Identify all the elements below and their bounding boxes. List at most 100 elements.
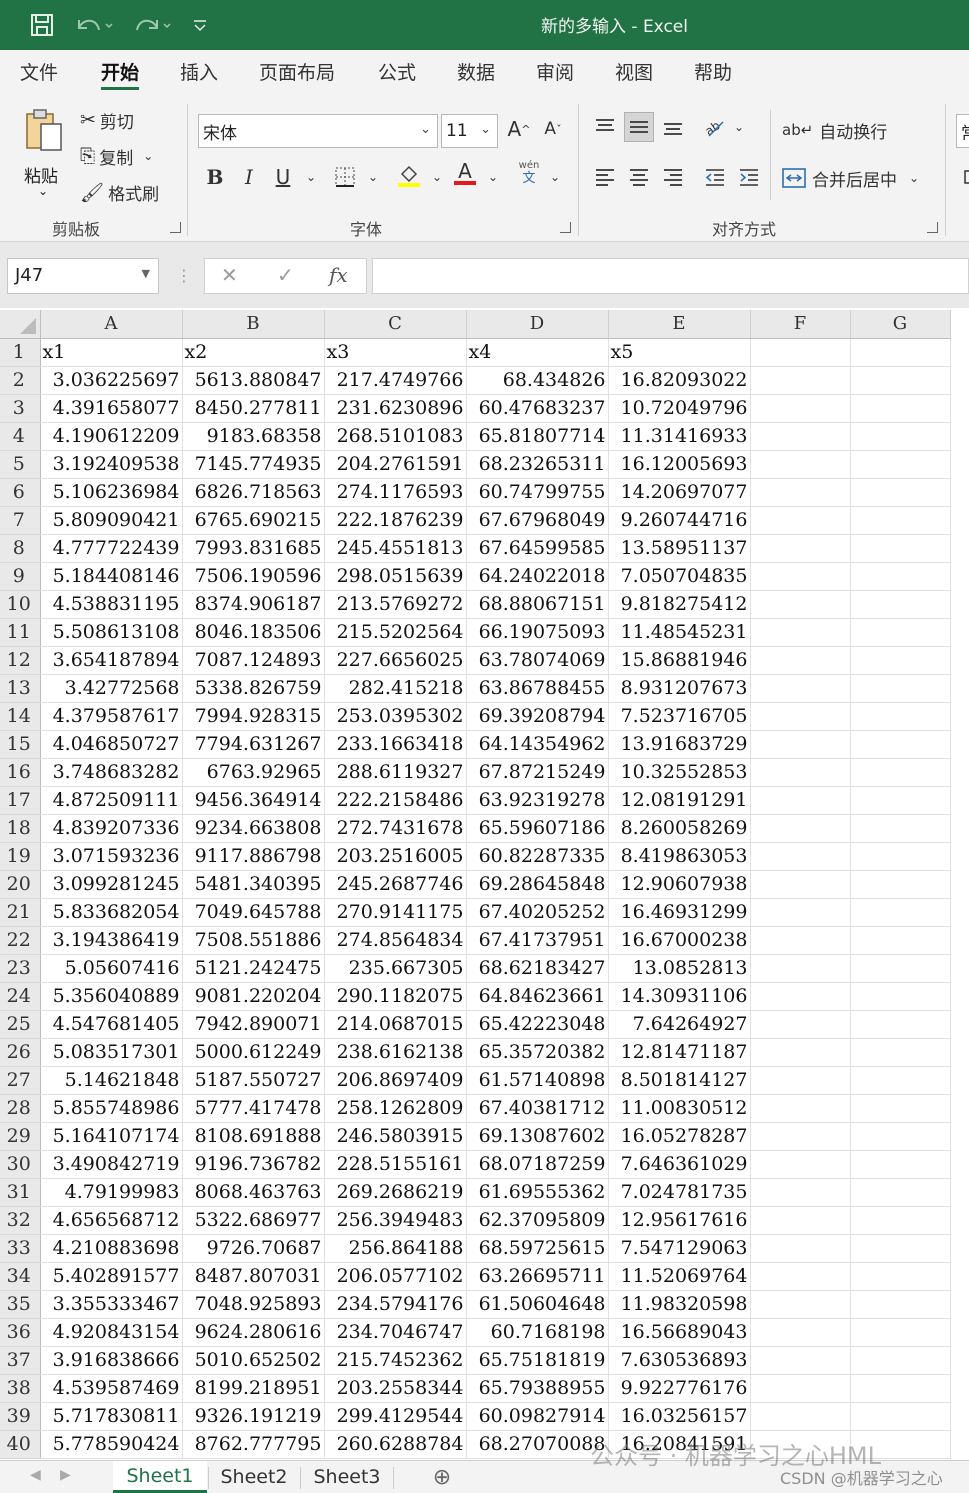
sheet-prev-icon[interactable]: ◀: [30, 1467, 41, 1483]
cell[interactable]: 16.03256157: [608, 1402, 751, 1431]
copy-button[interactable]: ⎘ 复制 ⌄: [80, 142, 153, 170]
cell[interactable]: 15.86881946: [608, 646, 751, 675]
number-format-combo[interactable]: 常: [956, 114, 969, 148]
cell[interactable]: [750, 814, 851, 843]
cell[interactable]: 9624.280616: [182, 1318, 325, 1347]
row-header[interactable]: 23: [0, 954, 41, 983]
cell[interactable]: [750, 898, 851, 927]
cell[interactable]: 3.748683282: [40, 758, 183, 787]
cell[interactable]: 233.1663418: [324, 730, 467, 759]
cell[interactable]: [750, 786, 851, 815]
cell[interactable]: [750, 422, 851, 451]
cell[interactable]: 222.1876239: [324, 506, 467, 535]
cell[interactable]: 3.654187894: [40, 646, 183, 675]
cell[interactable]: 60.09827914: [466, 1402, 609, 1431]
cell[interactable]: 65.42223048: [466, 1010, 609, 1039]
cell[interactable]: 5613.880847: [182, 366, 325, 395]
dialog-launcher-icon[interactable]: [170, 222, 181, 233]
select-all-button[interactable]: [0, 310, 41, 339]
cell[interactable]: 60.74799755: [466, 478, 609, 507]
cell[interactable]: [850, 506, 951, 535]
cell[interactable]: [750, 562, 851, 591]
cell[interactable]: [850, 730, 951, 759]
row-header[interactable]: 35: [0, 1290, 41, 1319]
tab-insert[interactable]: 插入: [180, 60, 218, 90]
cell[interactable]: 67.87215249: [466, 758, 609, 787]
cell[interactable]: [850, 898, 951, 927]
cell[interactable]: 16.82093022: [608, 366, 751, 395]
cell[interactable]: [750, 674, 851, 703]
row-header[interactable]: 38: [0, 1374, 41, 1403]
cell[interactable]: 5121.242475: [182, 954, 325, 983]
cell[interactable]: [750, 366, 851, 395]
row-header[interactable]: 21: [0, 898, 41, 927]
row-header[interactable]: 40: [0, 1430, 41, 1459]
cell[interactable]: 63.86788455: [466, 674, 609, 703]
cell[interactable]: 4.190612209: [40, 422, 183, 451]
cell[interactable]: 13.0852813: [608, 954, 751, 983]
cell[interactable]: 16.56689043: [608, 1318, 751, 1347]
grow-font-button[interactable]: A ^: [504, 114, 534, 144]
cell[interactable]: [850, 1234, 951, 1263]
tab-formulas[interactable]: 公式: [378, 60, 416, 90]
cell[interactable]: 11.52069764: [608, 1262, 751, 1291]
cell[interactable]: 67.41737951: [466, 926, 609, 955]
cell[interactable]: [750, 1010, 851, 1039]
cell[interactable]: 67.40205252: [466, 898, 609, 927]
row-header[interactable]: 1: [0, 338, 41, 367]
cell[interactable]: 9.260744716: [608, 506, 751, 535]
cell[interactable]: [850, 842, 951, 871]
row-header[interactable]: 12: [0, 646, 41, 675]
cell[interactable]: 5.14621848: [40, 1066, 183, 1095]
row-header[interactable]: 5: [0, 450, 41, 479]
cell[interactable]: 68.07187259: [466, 1150, 609, 1179]
tab-review[interactable]: 审阅: [536, 60, 574, 90]
row-header[interactable]: 20: [0, 870, 41, 899]
cell[interactable]: [850, 1122, 951, 1151]
column-header-d[interactable]: D: [466, 310, 609, 339]
font-name-combo[interactable]: 宋体 ⌄: [198, 114, 438, 148]
cell[interactable]: 8762.777795: [182, 1430, 325, 1459]
cell[interactable]: 234.7046747: [324, 1318, 467, 1347]
insert-function-icon[interactable]: fx: [329, 263, 348, 287]
cell[interactable]: 4.538831195: [40, 590, 183, 619]
cell[interactable]: 7.523716705: [608, 702, 751, 731]
cell[interactable]: 4.046850727: [40, 730, 183, 759]
tab-data[interactable]: 数据: [457, 60, 495, 90]
row-header[interactable]: 16: [0, 758, 41, 787]
cell[interactable]: 256.864188: [324, 1234, 467, 1263]
cell[interactable]: [750, 1374, 851, 1403]
cell[interactable]: [850, 1262, 951, 1291]
cell[interactable]: 7942.890071: [182, 1010, 325, 1039]
fill-color-icon[interactable]: [394, 160, 424, 190]
cell[interactable]: 12.08191291: [608, 786, 751, 815]
row-header[interactable]: 39: [0, 1402, 41, 1431]
cell[interactable]: 215.7452362: [324, 1346, 467, 1375]
cell[interactable]: [850, 366, 951, 395]
cell[interactable]: 68.62183427: [466, 954, 609, 983]
cell[interactable]: 14.30931106: [608, 982, 751, 1011]
row-header[interactable]: 11: [0, 618, 41, 647]
cell[interactable]: [850, 1038, 951, 1067]
cell[interactable]: 3.192409538: [40, 450, 183, 479]
cell[interactable]: 7048.925893: [182, 1290, 325, 1319]
cell[interactable]: 9117.886798: [182, 842, 325, 871]
cell[interactable]: [850, 562, 951, 591]
cell[interactable]: 260.6288784: [324, 1430, 467, 1459]
row-header[interactable]: 33: [0, 1234, 41, 1263]
cell[interactable]: 238.6162138: [324, 1038, 467, 1067]
merge-center-button[interactable]: 合并后居中 ⌄: [782, 164, 919, 192]
cell[interactable]: 5.508613108: [40, 618, 183, 647]
cell[interactable]: 12.81471187: [608, 1038, 751, 1067]
cell[interactable]: 7.050704835: [608, 562, 751, 591]
cell[interactable]: 5481.340395: [182, 870, 325, 899]
add-sheet-button[interactable]: ⊕: [428, 1461, 456, 1493]
cell[interactable]: x5: [608, 338, 751, 367]
cancel-icon[interactable]: ✕: [221, 263, 238, 287]
row-header[interactable]: 34: [0, 1262, 41, 1291]
cell[interactable]: [850, 870, 951, 899]
align-center-icon[interactable]: [624, 162, 654, 192]
cell[interactable]: 215.5202564: [324, 618, 467, 647]
cell[interactable]: 60.7168198: [466, 1318, 609, 1347]
italic-button[interactable]: I: [234, 162, 264, 192]
